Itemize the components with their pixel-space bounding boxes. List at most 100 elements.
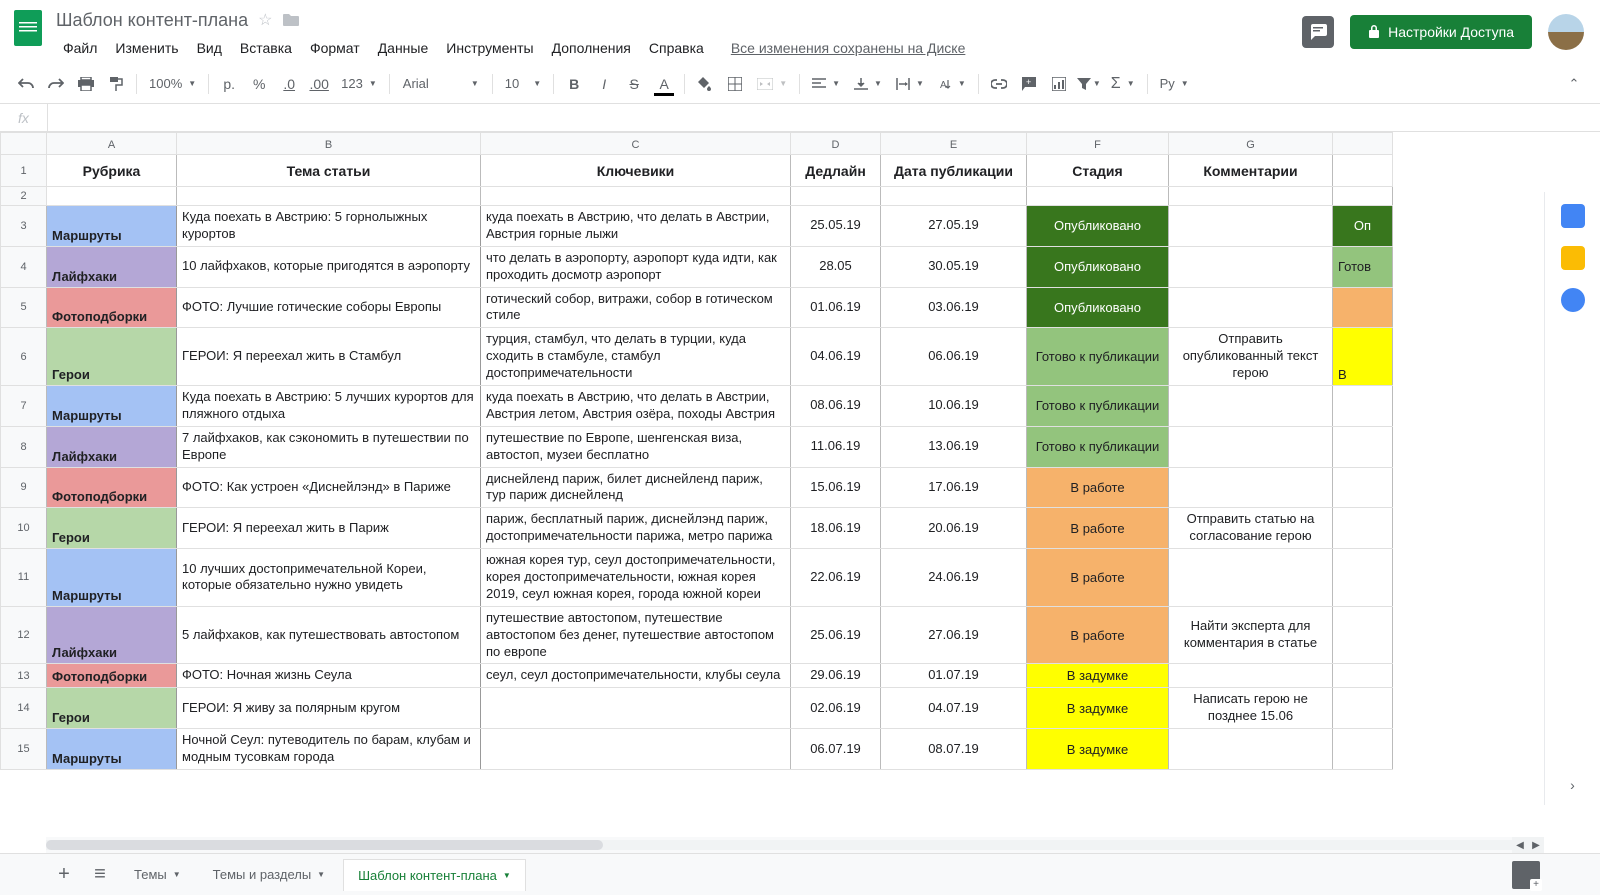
row-header-7[interactable]: 7 xyxy=(1,386,47,427)
paint-format-button[interactable] xyxy=(102,70,130,98)
zoom-combo[interactable]: 100%▼ xyxy=(143,70,202,98)
topic-cell[interactable]: ГЕРОИ: Я переехал жить в Париж xyxy=(177,508,481,549)
row-header-3[interactable]: 3 xyxy=(1,206,47,247)
fill-color-button[interactable] xyxy=(691,70,719,98)
insert-chart-button[interactable] xyxy=(1045,70,1073,98)
topic-cell[interactable]: 7 лайфхаков, как сэкономить в путешестви… xyxy=(177,426,481,467)
folder-icon[interactable] xyxy=(282,13,300,27)
category-cell[interactable]: Герои xyxy=(47,688,177,729)
select-all-cell[interactable] xyxy=(1,133,47,155)
input-language-button[interactable]: Ру▼ xyxy=(1154,70,1195,98)
header-cell[interactable]: Тема статьи xyxy=(177,155,481,187)
topic-cell[interactable]: Ночной Сеул: путеводитель по барам, клуб… xyxy=(177,729,481,770)
deadline-cell[interactable]: 02.06.19 xyxy=(791,688,881,729)
stage-cell[interactable]: Опубликовано xyxy=(1027,206,1169,247)
row-header-11[interactable]: 11 xyxy=(1,549,47,607)
publish-date-cell[interactable]: 01.07.19 xyxy=(881,664,1027,688)
keywords-cell[interactable]: париж, бесплатный париж, диснейлэнд пари… xyxy=(481,508,791,549)
deadline-cell[interactable]: 22.06.19 xyxy=(791,549,881,607)
keywords-cell[interactable]: путешествие по Европе, шенгенская виза, … xyxy=(481,426,791,467)
comment-cell[interactable]: Отправить статью на согласование герою xyxy=(1169,508,1333,549)
row-header-8[interactable]: 8 xyxy=(1,426,47,467)
menu-Данные[interactable]: Данные xyxy=(371,36,436,60)
publish-date-cell[interactable]: 17.06.19 xyxy=(881,467,1027,508)
row-header-6[interactable]: 6 xyxy=(1,328,47,386)
hide-side-panel-button[interactable]: › xyxy=(1570,777,1575,793)
category-cell[interactable]: Лайфхаки xyxy=(47,606,177,664)
deadline-cell[interactable]: 01.06.19 xyxy=(791,287,881,328)
stage-cell[interactable]: В задумке xyxy=(1027,664,1169,688)
scroll-left-arrow[interactable]: ◀ xyxy=(1512,837,1528,853)
menu-Формат[interactable]: Формат xyxy=(303,36,367,60)
extra-cell[interactable] xyxy=(1333,386,1393,427)
menu-Вставка[interactable]: Вставка xyxy=(233,36,299,60)
merge-cells-button[interactable]: ▼ xyxy=(751,70,793,98)
row-header-1[interactable]: 1 xyxy=(1,155,47,187)
deadline-cell[interactable]: 06.07.19 xyxy=(791,729,881,770)
category-cell[interactable]: Маршруты xyxy=(47,386,177,427)
deadline-cell[interactable]: 28.05 xyxy=(791,246,881,287)
category-cell[interactable]: Маршруты xyxy=(47,206,177,247)
topic-cell[interactable]: ГЕРОИ: Я переехал жить в Стамбул xyxy=(177,328,481,386)
functions-button[interactable]: Σ▼ xyxy=(1105,70,1141,98)
category-cell[interactable]: Маршруты xyxy=(47,549,177,607)
comment-cell[interactable]: Отправить опубликованный текст герою xyxy=(1169,328,1333,386)
col-header-D[interactable]: D xyxy=(791,133,881,155)
topic-cell[interactable]: Куда поехать в Австрию: 5 горнолыжных ку… xyxy=(177,206,481,247)
deadline-cell[interactable]: 08.06.19 xyxy=(791,386,881,427)
percent-button[interactable]: % xyxy=(245,70,273,98)
save-status[interactable]: Все изменения сохранены на Диске xyxy=(723,36,974,60)
header-cell[interactable]: Дедлайн xyxy=(791,155,881,187)
deadline-cell[interactable]: 11.06.19 xyxy=(791,426,881,467)
undo-button[interactable] xyxy=(12,70,40,98)
extra-cell[interactable] xyxy=(1333,426,1393,467)
topic-cell[interactable]: 10 лайфхаков, которые пригодятся в аэроп… xyxy=(177,246,481,287)
deadline-cell[interactable]: 04.06.19 xyxy=(791,328,881,386)
tasks-addon-icon[interactable] xyxy=(1561,288,1585,312)
comment-cell[interactable] xyxy=(1169,287,1333,328)
row-header-10[interactable]: 10 xyxy=(1,508,47,549)
increase-decimal-button[interactable]: .00 xyxy=(305,70,333,98)
topic-cell[interactable]: ФОТО: Ночная жизнь Сеула xyxy=(177,664,481,688)
extra-cell[interactable] xyxy=(1333,664,1393,688)
comment-cell[interactable] xyxy=(1169,664,1333,688)
keep-addon-icon[interactable] xyxy=(1561,246,1585,270)
publish-date-cell[interactable]: 27.06.19 xyxy=(881,606,1027,664)
document-title[interactable]: Шаблон контент-плана xyxy=(56,10,248,31)
header-cell[interactable]: Ключевики xyxy=(481,155,791,187)
row-header-15[interactable]: 15 xyxy=(1,729,47,770)
sheet-tab[interactable]: Темы▼ xyxy=(120,859,195,891)
comment-cell[interactable] xyxy=(1169,467,1333,508)
row-header-5[interactable]: 5 xyxy=(1,287,47,328)
category-cell[interactable]: Герои xyxy=(47,508,177,549)
horizontal-scrollbar[interactable]: ◀ ▶ xyxy=(46,837,1544,853)
explore-button[interactable] xyxy=(1512,861,1540,889)
star-icon[interactable]: ☆ xyxy=(258,10,272,30)
insert-link-button[interactable] xyxy=(985,70,1013,98)
publish-date-cell[interactable]: 10.06.19 xyxy=(881,386,1027,427)
extra-cell[interactable]: Оп xyxy=(1333,206,1393,247)
topic-cell[interactable]: ФОТО: Лучшие готические соборы Европы xyxy=(177,287,481,328)
publish-date-cell[interactable]: 13.06.19 xyxy=(881,426,1027,467)
comment-cell[interactable] xyxy=(1169,386,1333,427)
publish-date-cell[interactable]: 20.06.19 xyxy=(881,508,1027,549)
col-header-B[interactable]: B xyxy=(177,133,481,155)
bold-button[interactable]: B xyxy=(560,70,588,98)
stage-cell[interactable]: В работе xyxy=(1027,508,1169,549)
keywords-cell[interactable]: что делать в аэропорту, аэропорт куда ид… xyxy=(481,246,791,287)
keywords-cell[interactable]: сеул, сеул достопримечательности, клубы … xyxy=(481,664,791,688)
stage-cell[interactable]: В задумке xyxy=(1027,729,1169,770)
keywords-cell[interactable]: куда поехать в Австрию, что делать в Авс… xyxy=(481,206,791,247)
header-cell[interactable]: Комментарии xyxy=(1169,155,1333,187)
stage-cell[interactable]: Готово к публикации xyxy=(1027,328,1169,386)
col-header-G[interactable]: G xyxy=(1169,133,1333,155)
keywords-cell[interactable]: куда поехать в Австрию, что делать в Авс… xyxy=(481,386,791,427)
horizontal-align-button[interactable]: ▼ xyxy=(806,70,846,98)
add-sheet-button[interactable]: + xyxy=(48,859,80,891)
category-cell[interactable]: Фотоподборки xyxy=(47,287,177,328)
row-header-12[interactable]: 12 xyxy=(1,606,47,664)
borders-button[interactable] xyxy=(721,70,749,98)
deadline-cell[interactable]: 15.06.19 xyxy=(791,467,881,508)
comments-button[interactable] xyxy=(1302,16,1334,48)
row-header-9[interactable]: 9 xyxy=(1,467,47,508)
